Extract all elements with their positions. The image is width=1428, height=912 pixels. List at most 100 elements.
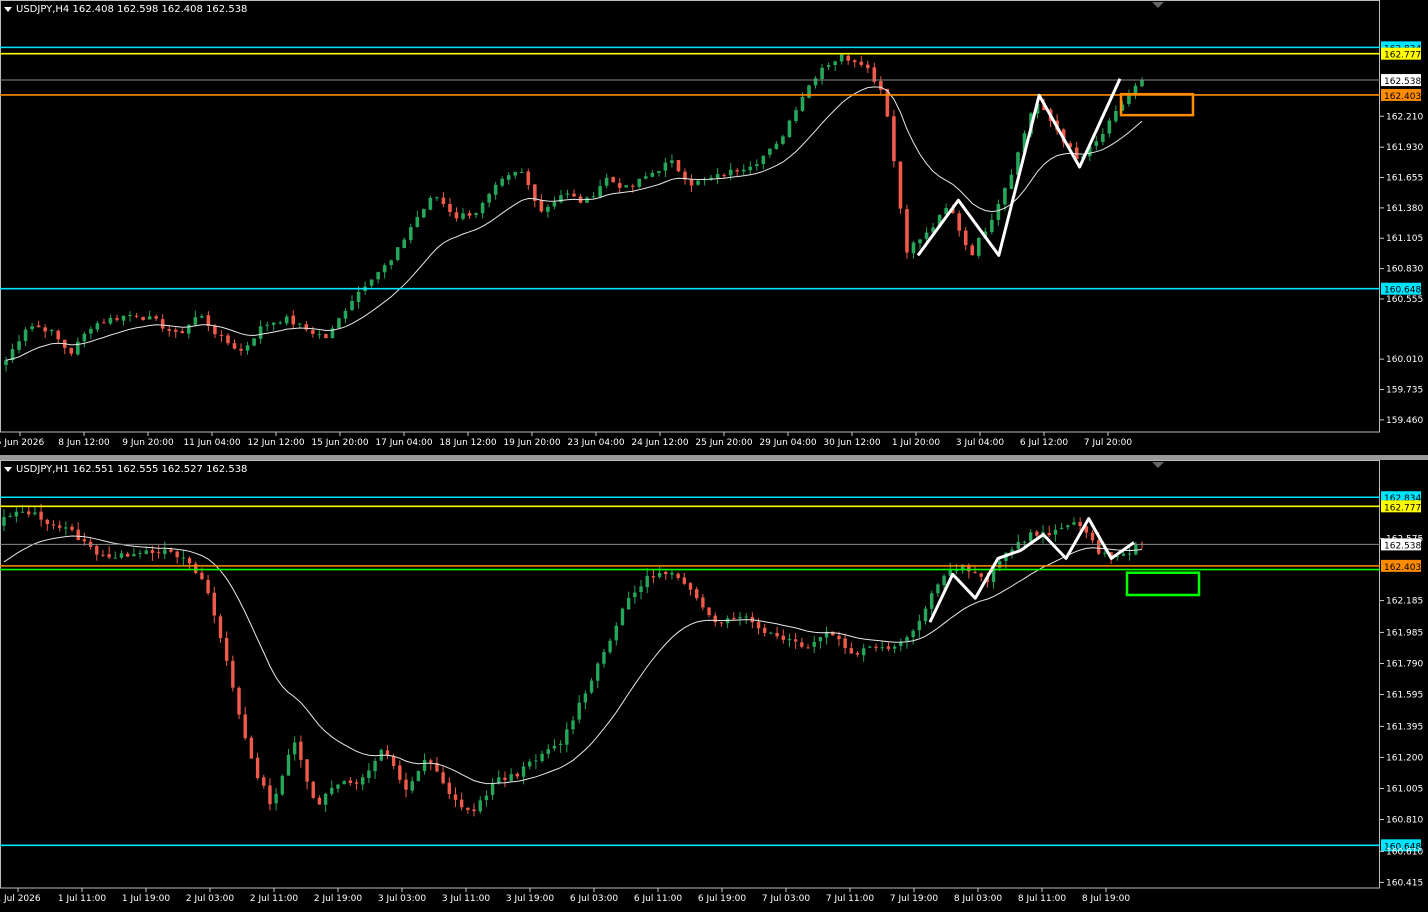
candle-body: [389, 260, 393, 266]
candle-body: [160, 319, 165, 329]
time-tick-label: 8 Jul 11:00: [1018, 894, 1067, 904]
candle-body: [676, 573, 680, 578]
time-tick-label: 29 Jun 04:00: [759, 438, 816, 448]
time-tick-label: 5 Jun 2026: [0, 438, 44, 448]
candle-body: [218, 616, 223, 639]
h1-chart-panel[interactable]: 162.834 162.777 162.538 162.403 160.648 162.5…: [0, 460, 1428, 912]
candle-body: [187, 558, 192, 564]
h4-chart-svg[interactable]: 162.834162.777162.538162.403160.648162.2…: [0, 0, 1428, 455]
candle-body: [843, 638, 847, 649]
candle-body: [781, 136, 785, 144]
candle-body: [200, 316, 204, 318]
candle-body: [645, 575, 649, 588]
candle-body: [664, 571, 668, 575]
candle-body: [232, 343, 237, 349]
chevron-down-icon[interactable]: [4, 6, 12, 12]
candle-body: [265, 324, 269, 326]
candle-body: [602, 652, 606, 664]
candle-body: [970, 245, 975, 256]
candle-body: [694, 589, 699, 599]
candle-body: [8, 515, 12, 517]
time-tick-label: 18 Jun 12:00: [439, 438, 496, 448]
time-tick-label: 8 Jul 19:00: [1082, 894, 1131, 904]
candle-body: [286, 754, 291, 776]
candle-body: [539, 200, 544, 212]
candle-body: [644, 176, 648, 179]
candle-body: [1059, 527, 1064, 529]
price-tick-label: 160.010: [1386, 355, 1423, 365]
candle-body: [181, 557, 186, 559]
candle-body: [422, 209, 426, 218]
candle-body: [1066, 525, 1070, 528]
candle-body: [794, 110, 798, 122]
candle-body: [51, 524, 56, 526]
candle-body: [180, 331, 185, 334]
h1-chart-svg[interactable]: 162.834162.777162.538162.403160.648162.5…: [0, 460, 1428, 912]
candle-body: [36, 325, 41, 328]
price-tick-label: 160.555: [1386, 295, 1423, 305]
candle-body: [125, 553, 130, 557]
candle-body: [466, 807, 470, 810]
candle-body: [996, 203, 1001, 220]
candle-body: [639, 586, 643, 592]
candle-body: [1047, 532, 1051, 536]
candle-body: [398, 765, 402, 780]
h1-chart-header: USDJPY,H1 162.551 162.555 162.527 162.53…: [4, 464, 247, 475]
candle-body: [20, 511, 25, 513]
candle-body: [800, 96, 805, 111]
candle-body: [193, 317, 198, 325]
candle-body: [262, 777, 266, 786]
candle-body: [1127, 553, 1132, 555]
price-tick-label: 161.105: [1386, 234, 1423, 244]
candle-body: [620, 608, 625, 626]
candle-body: [4, 360, 8, 365]
price-tick-label: 160.830: [1386, 265, 1423, 275]
candle-body: [596, 663, 600, 681]
candle-body: [343, 310, 348, 319]
candle-body: [707, 607, 711, 616]
candle-body: [503, 777, 507, 781]
price-tick-label: 161.985: [1386, 628, 1423, 638]
candle-body: [255, 757, 260, 778]
candle-body: [1114, 110, 1118, 122]
candle-body: [571, 720, 575, 730]
candle-body: [855, 652, 860, 655]
candle-body: [670, 572, 674, 575]
candle-body: [905, 637, 909, 641]
candle-body: [478, 800, 482, 812]
candle-body: [373, 760, 377, 772]
candle-body: [108, 317, 113, 324]
candle-body: [17, 341, 21, 350]
candle-body: [528, 761, 532, 767]
time-tick-label: 15 Jun 20:00: [311, 438, 368, 448]
candle-body: [422, 759, 427, 772]
candle-body: [534, 760, 538, 762]
candle-body: [415, 217, 420, 228]
candle-body: [1028, 532, 1033, 542]
candle-body: [552, 202, 557, 207]
candle-body: [132, 554, 136, 557]
candle-body: [1090, 532, 1095, 541]
candle-body: [611, 177, 615, 183]
candle-body: [497, 777, 501, 783]
time-tick-label: 7 Jul 19:00: [890, 894, 939, 904]
candle-body: [713, 615, 717, 623]
candle-body: [506, 175, 511, 180]
time-tick-label: 6 Jul 11:00: [634, 894, 683, 904]
candle-body: [682, 577, 687, 584]
candle-body: [719, 622, 724, 624]
chevron-down-icon[interactable]: [4, 466, 12, 472]
candle-body: [1009, 174, 1014, 189]
candle-body: [626, 597, 631, 610]
candle-body: [617, 183, 622, 188]
candle-body: [1101, 134, 1105, 142]
candle-body: [382, 265, 387, 273]
time-tick-label: 7 Jul 11:00: [826, 894, 875, 904]
time-tick-label: 7 Jul 03:00: [762, 894, 811, 904]
h4-chart-panel[interactable]: 162.834162.777162.538162.403160.648162.2…: [0, 0, 1428, 455]
candle-body: [147, 316, 152, 320]
candle-body: [865, 64, 870, 69]
candle-body: [30, 326, 34, 330]
price-tick-label: 161.655: [1386, 174, 1423, 184]
candle-body: [1078, 522, 1082, 526]
